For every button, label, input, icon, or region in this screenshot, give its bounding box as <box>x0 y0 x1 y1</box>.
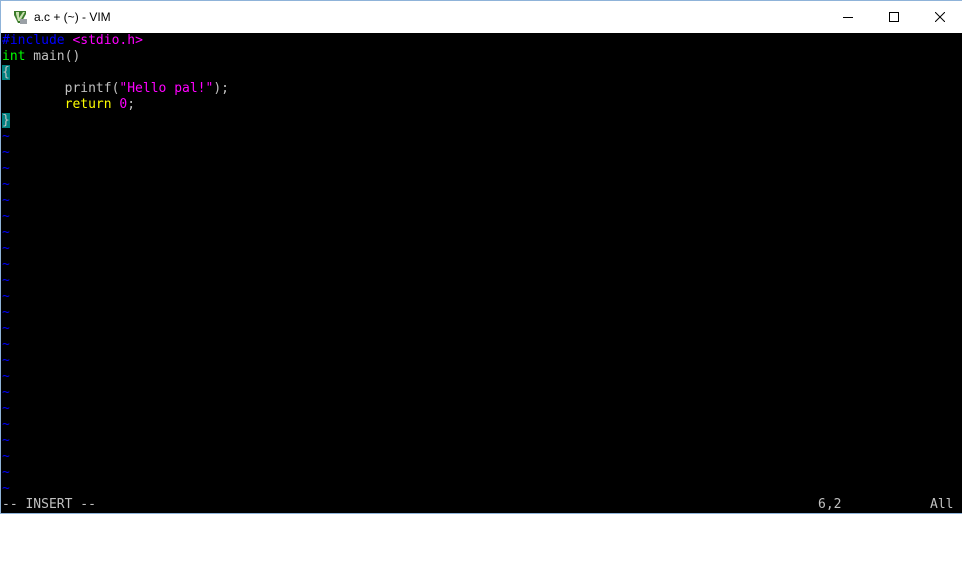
code-line[interactable]: int main() <box>2 49 962 65</box>
title-bar[interactable]: a.c + (~) - VIM <box>1 0 962 33</box>
minimize-button[interactable] <box>825 1 871 33</box>
code-token: int <box>2 49 26 64</box>
close-button[interactable] <box>917 1 962 33</box>
empty-line-marker: ~ <box>2 161 10 176</box>
empty-line-marker: ~ <box>2 209 10 224</box>
empty-lines: ~ ~ ~ ~ ~ ~ ~ ~ ~ ~ ~ ~ ~ ~ ~ ~ ~ ~ ~ ~ ~ ~ ~ <box>2 129 962 497</box>
empty-line-marker: ~ <box>2 225 10 240</box>
vim-icon <box>12 9 28 25</box>
status-line: -- INSERT -- 6,2 All <box>2 497 962 513</box>
close-icon <box>935 12 945 22</box>
cursor-position: 6,2 <box>818 497 842 512</box>
code-line[interactable]: #include <stdio.h> <box>2 33 962 49</box>
code-token: "Hello pal!" <box>119 81 214 96</box>
maximize-button[interactable] <box>871 1 917 33</box>
empty-line-marker: ~ <box>2 465 10 480</box>
window-title: a.c + (~) - VIM <box>34 10 111 24</box>
code-token: ); <box>213 81 229 96</box>
empty-line-marker: ~ <box>2 305 10 320</box>
empty-line-marker: ~ <box>2 257 10 272</box>
code-line[interactable]: { <box>2 65 962 81</box>
code-token: main() <box>25 49 81 64</box>
mode-indicator: -- INSERT -- <box>2 497 96 512</box>
code-token: #include <box>2 33 73 48</box>
scroll-position: All <box>930 497 954 512</box>
maximize-icon <box>889 12 899 22</box>
code-token: { <box>2 65 10 80</box>
empty-line-marker: ~ <box>2 289 10 304</box>
code-token: ; <box>127 97 136 112</box>
empty-line-marker: ~ <box>2 353 10 368</box>
code-line[interactable]: return 0; <box>2 97 962 113</box>
code-token: <stdio.h> <box>72 33 143 48</box>
code-token: printf( <box>2 81 120 96</box>
empty-line-marker: ~ <box>2 481 10 496</box>
vim-window: a.c + (~) - VIM #include <stdio.h> int ma… <box>0 0 962 514</box>
empty-line-marker: ~ <box>2 369 10 384</box>
empty-line-marker: ~ <box>2 273 10 288</box>
code-token: return <box>64 97 112 112</box>
empty-line-marker: ~ <box>2 385 10 400</box>
empty-line-marker: ~ <box>2 129 10 144</box>
code-lines: #include <stdio.h> int main(){ printf("He… <box>2 33 962 129</box>
empty-line-marker: ~ <box>2 193 10 208</box>
minimize-icon <box>843 12 853 22</box>
editor-buffer[interactable]: #include <stdio.h> int main(){ printf("He… <box>2 33 962 513</box>
empty-line-marker: ~ <box>2 177 10 192</box>
empty-line-marker: ~ <box>2 401 10 416</box>
empty-line-marker: ~ <box>2 145 10 160</box>
code-line[interactable]: } <box>2 113 962 129</box>
code-line[interactable]: printf("Hello pal!"); <box>2 81 962 97</box>
empty-line-marker: ~ <box>2 337 10 352</box>
empty-line-marker: ~ <box>2 449 10 464</box>
empty-line-marker: ~ <box>2 241 10 256</box>
code-token: } <box>2 113 10 128</box>
empty-line-marker: ~ <box>2 417 10 432</box>
empty-line-marker: ~ <box>2 321 10 336</box>
empty-line-marker: ~ <box>2 433 10 448</box>
